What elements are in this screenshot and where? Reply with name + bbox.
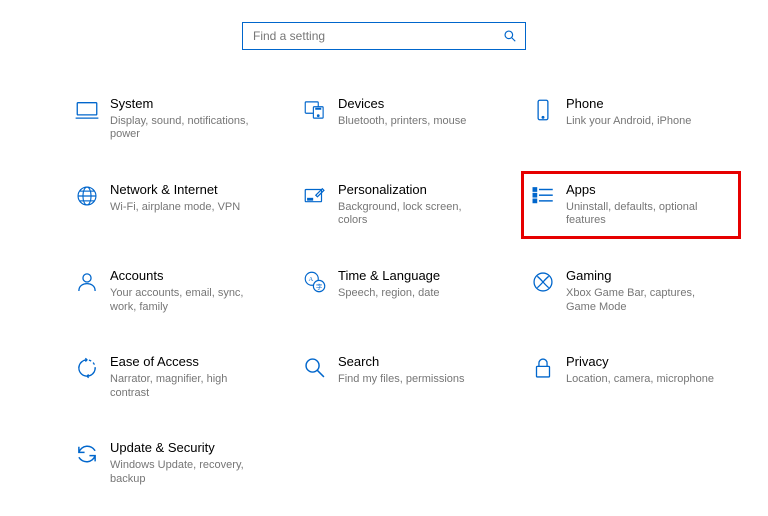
- tile-title: Privacy: [566, 354, 714, 370]
- tile-desc: Display, sound, notifications, power: [110, 115, 260, 143]
- tile-ease-of-access[interactable]: Ease of Access Narrator, magnifier, high…: [70, 348, 280, 406]
- devices-icon: [298, 97, 332, 123]
- search-icon: [503, 29, 517, 43]
- paintbrush-icon: [298, 183, 332, 209]
- tile-privacy[interactable]: Privacy Location, camera, microphone: [526, 348, 736, 406]
- tile-title: Gaming: [566, 268, 716, 284]
- sync-icon: [70, 441, 104, 467]
- tile-title: Time & Language: [338, 268, 440, 284]
- settings-home: System Display, sound, notifications, po…: [0, 0, 768, 516]
- tile-desc: Windows Update, recovery, backup: [110, 459, 260, 487]
- svg-text:A: A: [309, 276, 314, 283]
- lock-icon: [526, 355, 560, 381]
- tile-desc: Find my files, permissions: [338, 373, 465, 387]
- person-icon: [70, 269, 104, 295]
- search-bar: [242, 22, 526, 50]
- tile-system[interactable]: System Display, sound, notifications, po…: [70, 90, 280, 148]
- time-language-icon: A 字: [298, 269, 332, 295]
- tile-desc: Uninstall, defaults, optional features: [566, 201, 716, 229]
- tile-update-security[interactable]: Update & Security Windows Update, recove…: [70, 434, 280, 492]
- xbox-icon: [526, 269, 560, 295]
- tile-personalization[interactable]: Personalization Background, lock screen,…: [298, 176, 508, 234]
- apps-list-icon: [526, 183, 560, 209]
- tile-desc: Wi-Fi, airplane mode, VPN: [110, 201, 240, 215]
- tile-search[interactable]: Search Find my files, permissions: [298, 348, 508, 406]
- phone-icon: [526, 97, 560, 123]
- tile-phone[interactable]: Phone Link your Android, iPhone: [526, 90, 736, 148]
- tile-desc: Your accounts, email, sync, work, family: [110, 287, 260, 315]
- tile-network[interactable]: Network & Internet Wi-Fi, airplane mode,…: [70, 176, 280, 234]
- tile-desc: Background, lock screen, colors: [338, 201, 488, 229]
- tile-accounts[interactable]: Accounts Your accounts, email, sync, wor…: [70, 262, 280, 320]
- tile-title: Accounts: [110, 268, 260, 284]
- tile-title: Search: [338, 354, 465, 370]
- tile-title: Network & Internet: [110, 182, 240, 198]
- system-icon: [70, 97, 104, 123]
- search-input[interactable]: [251, 28, 503, 44]
- tile-desc: Xbox Game Bar, captures, Game Mode: [566, 287, 716, 315]
- search-box[interactable]: [242, 22, 526, 50]
- tile-gaming[interactable]: Gaming Xbox Game Bar, captures, Game Mod…: [526, 262, 736, 320]
- settings-grid: System Display, sound, notifications, po…: [70, 90, 710, 492]
- tile-title: Apps: [566, 182, 716, 198]
- tile-desc: Link your Android, iPhone: [566, 115, 691, 129]
- magnifier-icon: [298, 355, 332, 381]
- globe-icon: [70, 183, 104, 209]
- svg-text:字: 字: [316, 282, 323, 291]
- tile-title: Phone: [566, 96, 691, 112]
- tile-desc: Narrator, magnifier, high contrast: [110, 373, 260, 401]
- tile-desc: Bluetooth, printers, mouse: [338, 115, 466, 129]
- ease-of-access-icon: [70, 355, 104, 381]
- tile-time-language[interactable]: A 字 Time & Language Speech, region, date: [298, 262, 508, 320]
- tile-title: Personalization: [338, 182, 488, 198]
- tile-desc: Speech, region, date: [338, 287, 440, 301]
- tile-title: Devices: [338, 96, 466, 112]
- tile-title: Update & Security: [110, 440, 260, 456]
- tile-apps[interactable]: Apps Uninstall, defaults, optional featu…: [526, 176, 736, 234]
- tile-desc: Location, camera, microphone: [566, 373, 714, 387]
- tile-title: Ease of Access: [110, 354, 260, 370]
- tile-title: System: [110, 96, 260, 112]
- tile-devices[interactable]: Devices Bluetooth, printers, mouse: [298, 90, 508, 148]
